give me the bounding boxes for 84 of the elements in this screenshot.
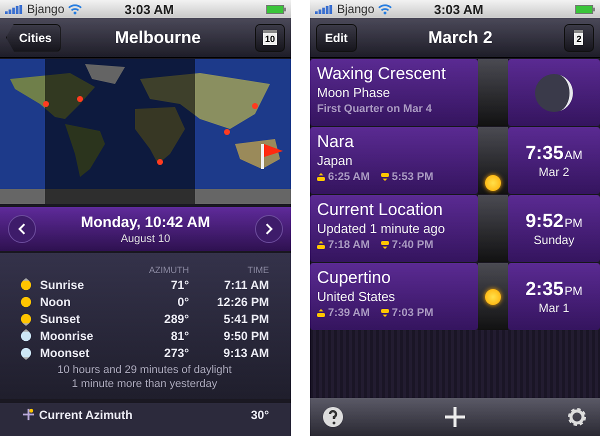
event-name: Moonrise: [40, 328, 94, 342]
crosshair-icon: [22, 408, 35, 421]
help-icon[interactable]: [322, 406, 344, 428]
location-card[interactable]: Waxing Crescent Moon Phase First Quarter on Mar 4: [310, 59, 478, 126]
moonrise-icon: [20, 328, 32, 342]
signal-icon: [315, 4, 333, 14]
signal-icon: [5, 4, 23, 14]
cities-back-button[interactable]: Cities: [6, 24, 61, 52]
sunrise-icon: [317, 173, 325, 181]
edit-button[interactable]: Edit: [316, 24, 357, 52]
previous-day-button[interactable]: [8, 215, 36, 243]
card-title: Nara: [317, 132, 355, 152]
event-time: 12:26 PM: [216, 294, 269, 308]
wifi-icon: [68, 4, 82, 14]
battery-icon: [575, 4, 595, 14]
carrier-name: Bjango: [337, 2, 374, 16]
settings-icon[interactable]: [566, 406, 588, 428]
status-time: 3:03 AM: [124, 2, 175, 16]
local-time: 9:52 PM: [525, 210, 583, 232]
event-name: Sunrise: [40, 278, 86, 292]
nav-title: March 2: [428, 28, 492, 48]
battery-icon: [266, 4, 286, 14]
column-header: AZIMUTH: [148, 264, 189, 274]
event-name: Moonset: [40, 346, 90, 360]
calendar-button[interactable]: 2: [564, 24, 594, 52]
local-day: Mar 1: [538, 300, 570, 314]
card-subtitle: Moon Phase: [317, 84, 391, 101]
status-time: 3:03 AM: [433, 2, 484, 16]
sunrise-icon: [317, 309, 325, 317]
azimuth-reading: 30°: [250, 408, 269, 422]
location-card[interactable]: Nara Japan 6:25 AM 5:53 PM: [310, 127, 478, 194]
card-subtitle: United States: [317, 288, 396, 305]
moon-phase-note: First Quarter on Mar 4: [317, 102, 433, 117]
sunset-icon: [380, 309, 389, 317]
event-time: 9:13 AM: [222, 346, 269, 360]
card-subtitle: Japan: [317, 152, 354, 169]
azimuth-value: 0°: [176, 294, 189, 308]
sunset-time: 7:03 PM: [392, 307, 434, 319]
local-time: 2:35 PM: [525, 278, 583, 300]
date-title: Monday, 10:42 AM: [80, 214, 210, 230]
sunrise-icon: [317, 241, 325, 249]
azimuth-value: 273°: [163, 346, 189, 360]
local-time: 7:35AM: [525, 142, 583, 164]
card-title: Cupertino: [317, 268, 392, 288]
card-title: Current Location: [317, 200, 444, 220]
card-subtitle: Updated 1 minute ago: [317, 220, 446, 237]
sunrise-time: 6:25 AM: [328, 171, 370, 183]
sunset-icon: [20, 312, 32, 326]
date-subtitle: August 10: [120, 232, 170, 244]
daylight-note: 10 hours and 29 minutes of daylight: [56, 363, 233, 377]
sunrise-icon: [20, 278, 32, 292]
sunrise-time: 7:18 AM: [328, 239, 370, 251]
azimuth-label: Current Azimuth: [39, 408, 134, 422]
next-day-button[interactable]: [254, 215, 283, 243]
calendar-button[interactable]: 10: [254, 24, 285, 52]
azimuth-value: 71°: [170, 278, 189, 292]
event-name: Noon: [40, 294, 72, 308]
moonset-icon: [20, 346, 32, 360]
event-time: 7:11 AM: [223, 278, 269, 292]
chevron-right-icon: [264, 223, 273, 235]
carrier-name: Bjango: [27, 2, 64, 16]
azimuth-value: 289°: [163, 312, 189, 326]
local-day: Sunday: [534, 232, 574, 246]
sunset-icon: [380, 241, 389, 249]
sunset-time: 5:53 PM: [392, 171, 434, 183]
sunset-icon: [380, 173, 389, 181]
sunset-time: 7:40 PM: [392, 239, 434, 251]
crescent-moon-icon: [534, 72, 574, 112]
nav-title: Melbourne: [114, 28, 201, 48]
add-icon[interactable]: [444, 406, 466, 428]
location-card[interactable]: Cupertino United States 7:39 AM 7:03 PM: [310, 263, 478, 330]
wifi-icon: [378, 4, 392, 14]
event-name: Sunset: [40, 312, 82, 326]
location-card[interactable]: Current Location Updated 1 minute ago 7:18 AM 7:40 PM: [310, 195, 478, 262]
event-time: 5:41 PM: [222, 312, 269, 326]
event-time: 9:50 PM: [222, 328, 269, 342]
noon-icon: [20, 294, 32, 308]
local-day: Mar 2: [538, 164, 570, 178]
daylight-note: 1 minute more than yesterday: [70, 377, 218, 391]
chevron-left-icon: [18, 223, 26, 235]
sunrise-time: 7:39 AM: [328, 307, 370, 319]
card-title: Waxing Crescent: [317, 64, 447, 84]
column-header: TIME: [246, 264, 269, 274]
azimuth-value: 81°: [170, 328, 189, 342]
